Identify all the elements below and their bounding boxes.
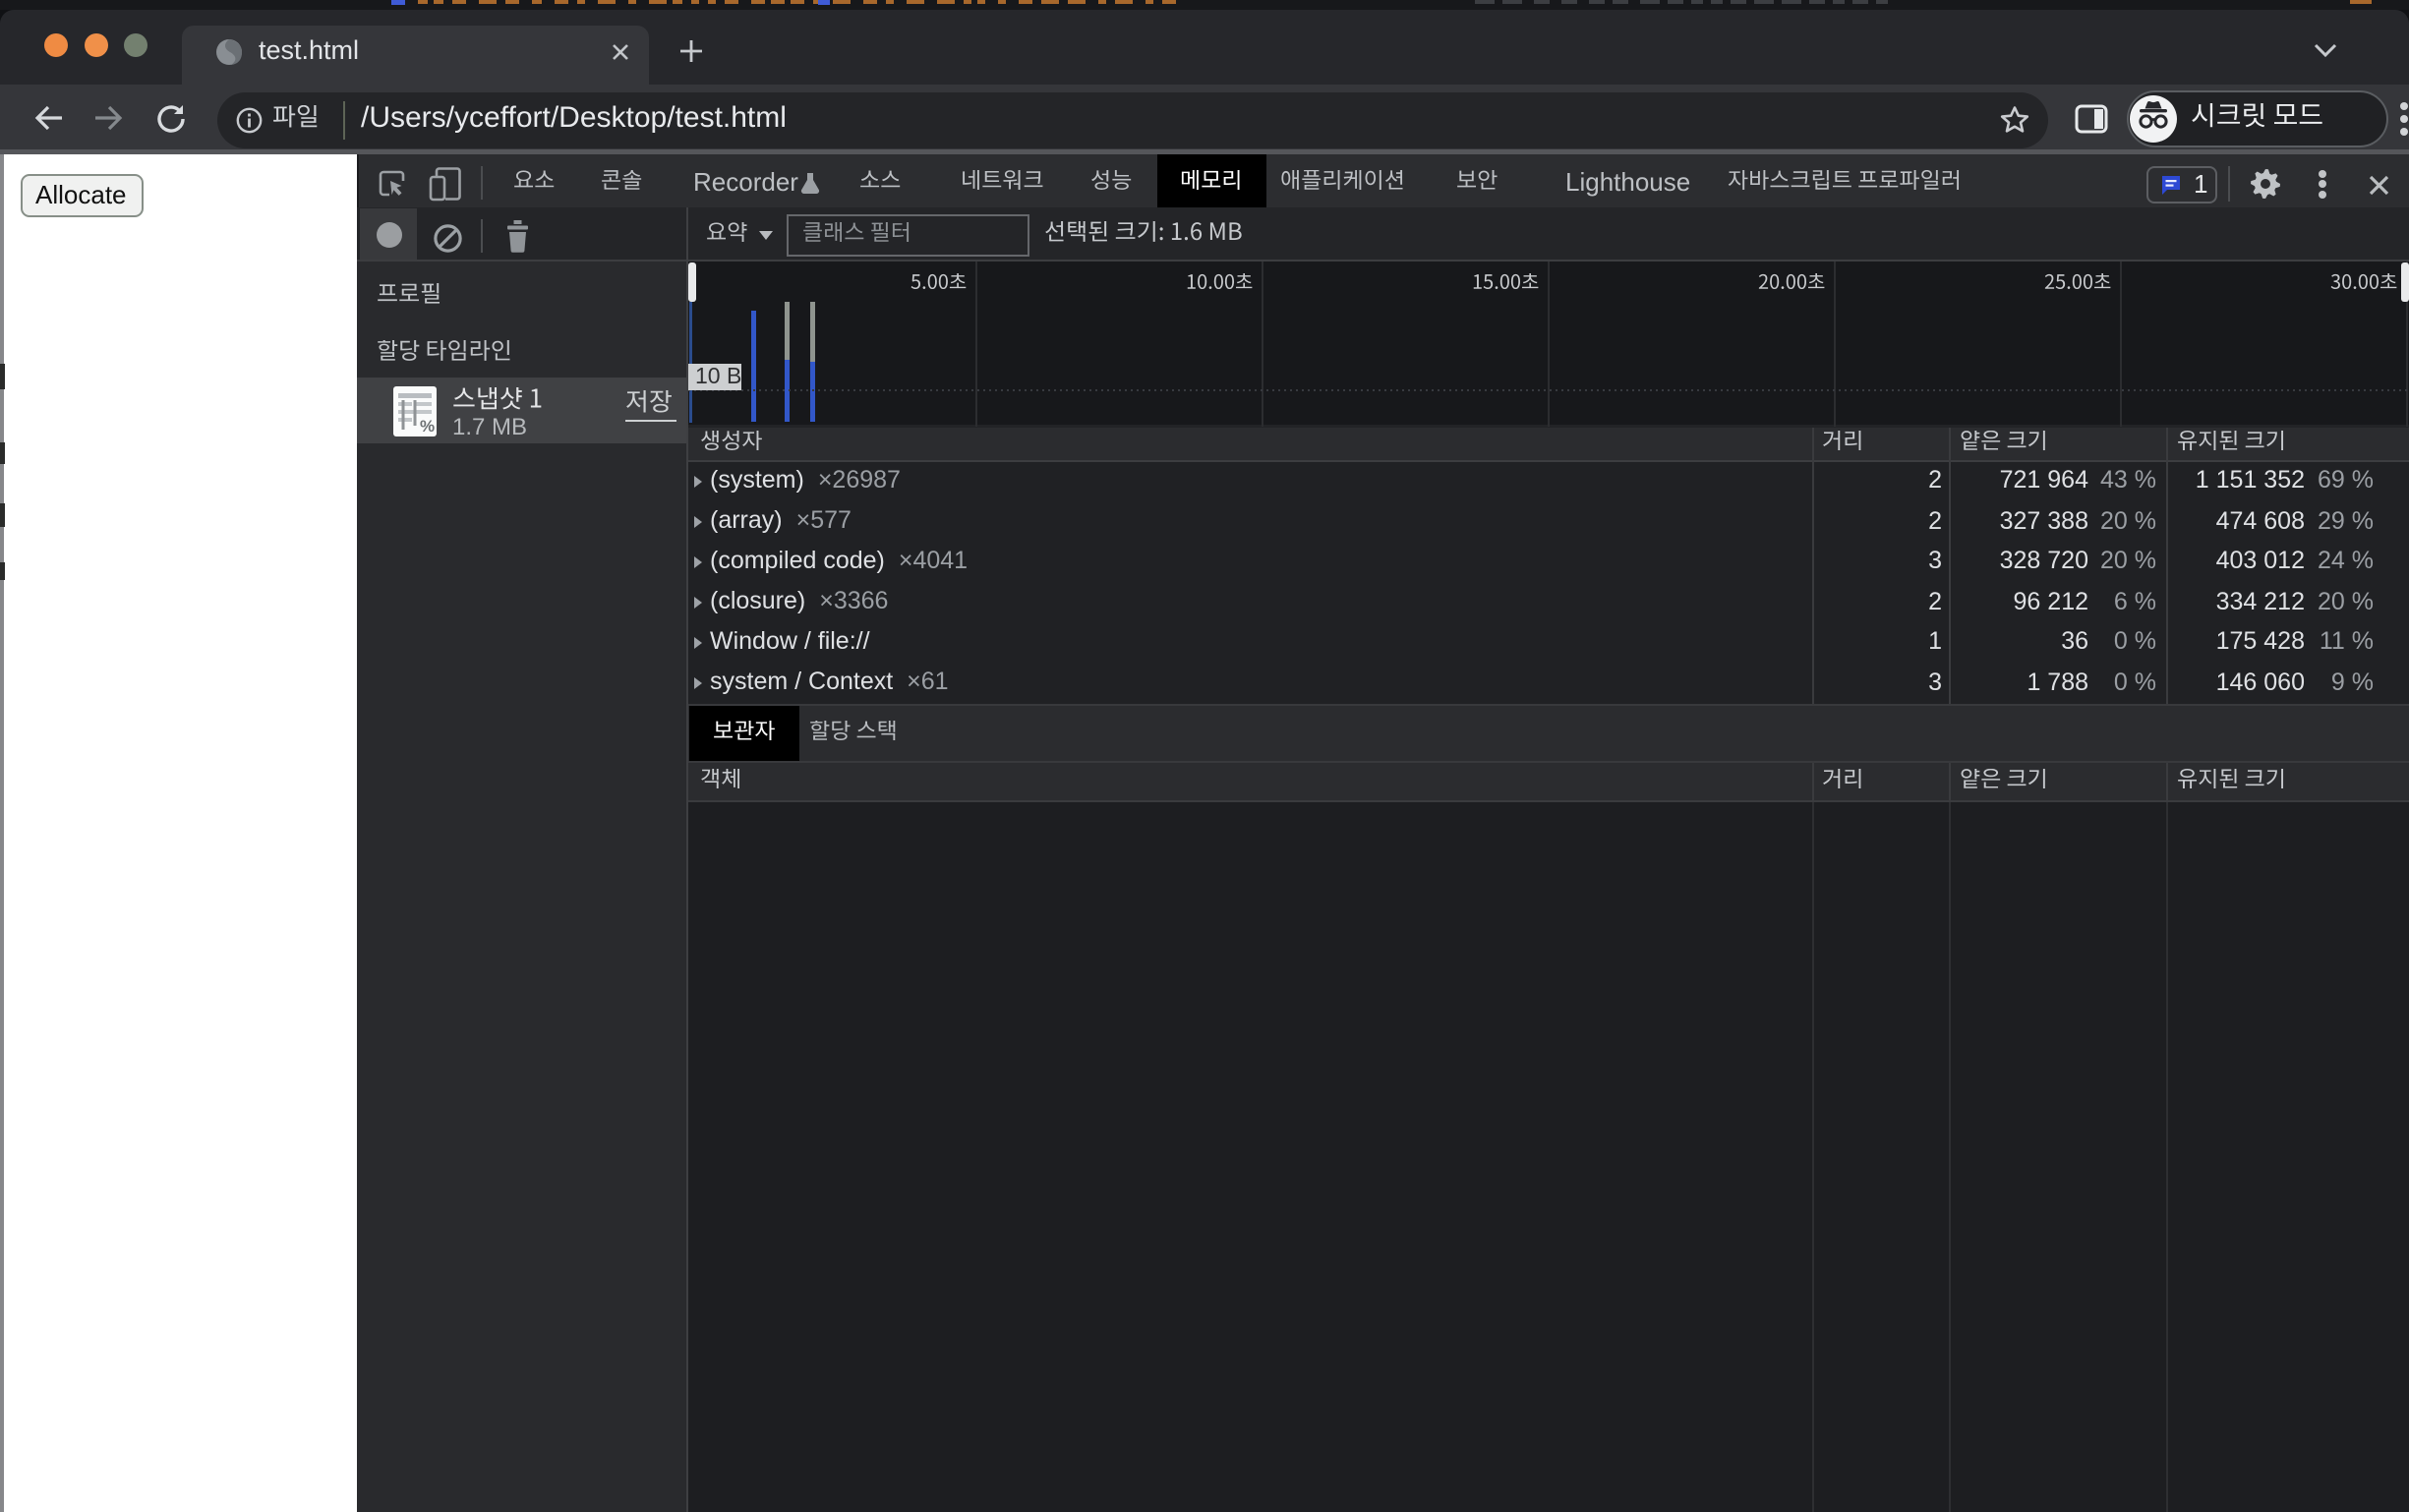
- svg-text:%: %: [420, 417, 435, 436]
